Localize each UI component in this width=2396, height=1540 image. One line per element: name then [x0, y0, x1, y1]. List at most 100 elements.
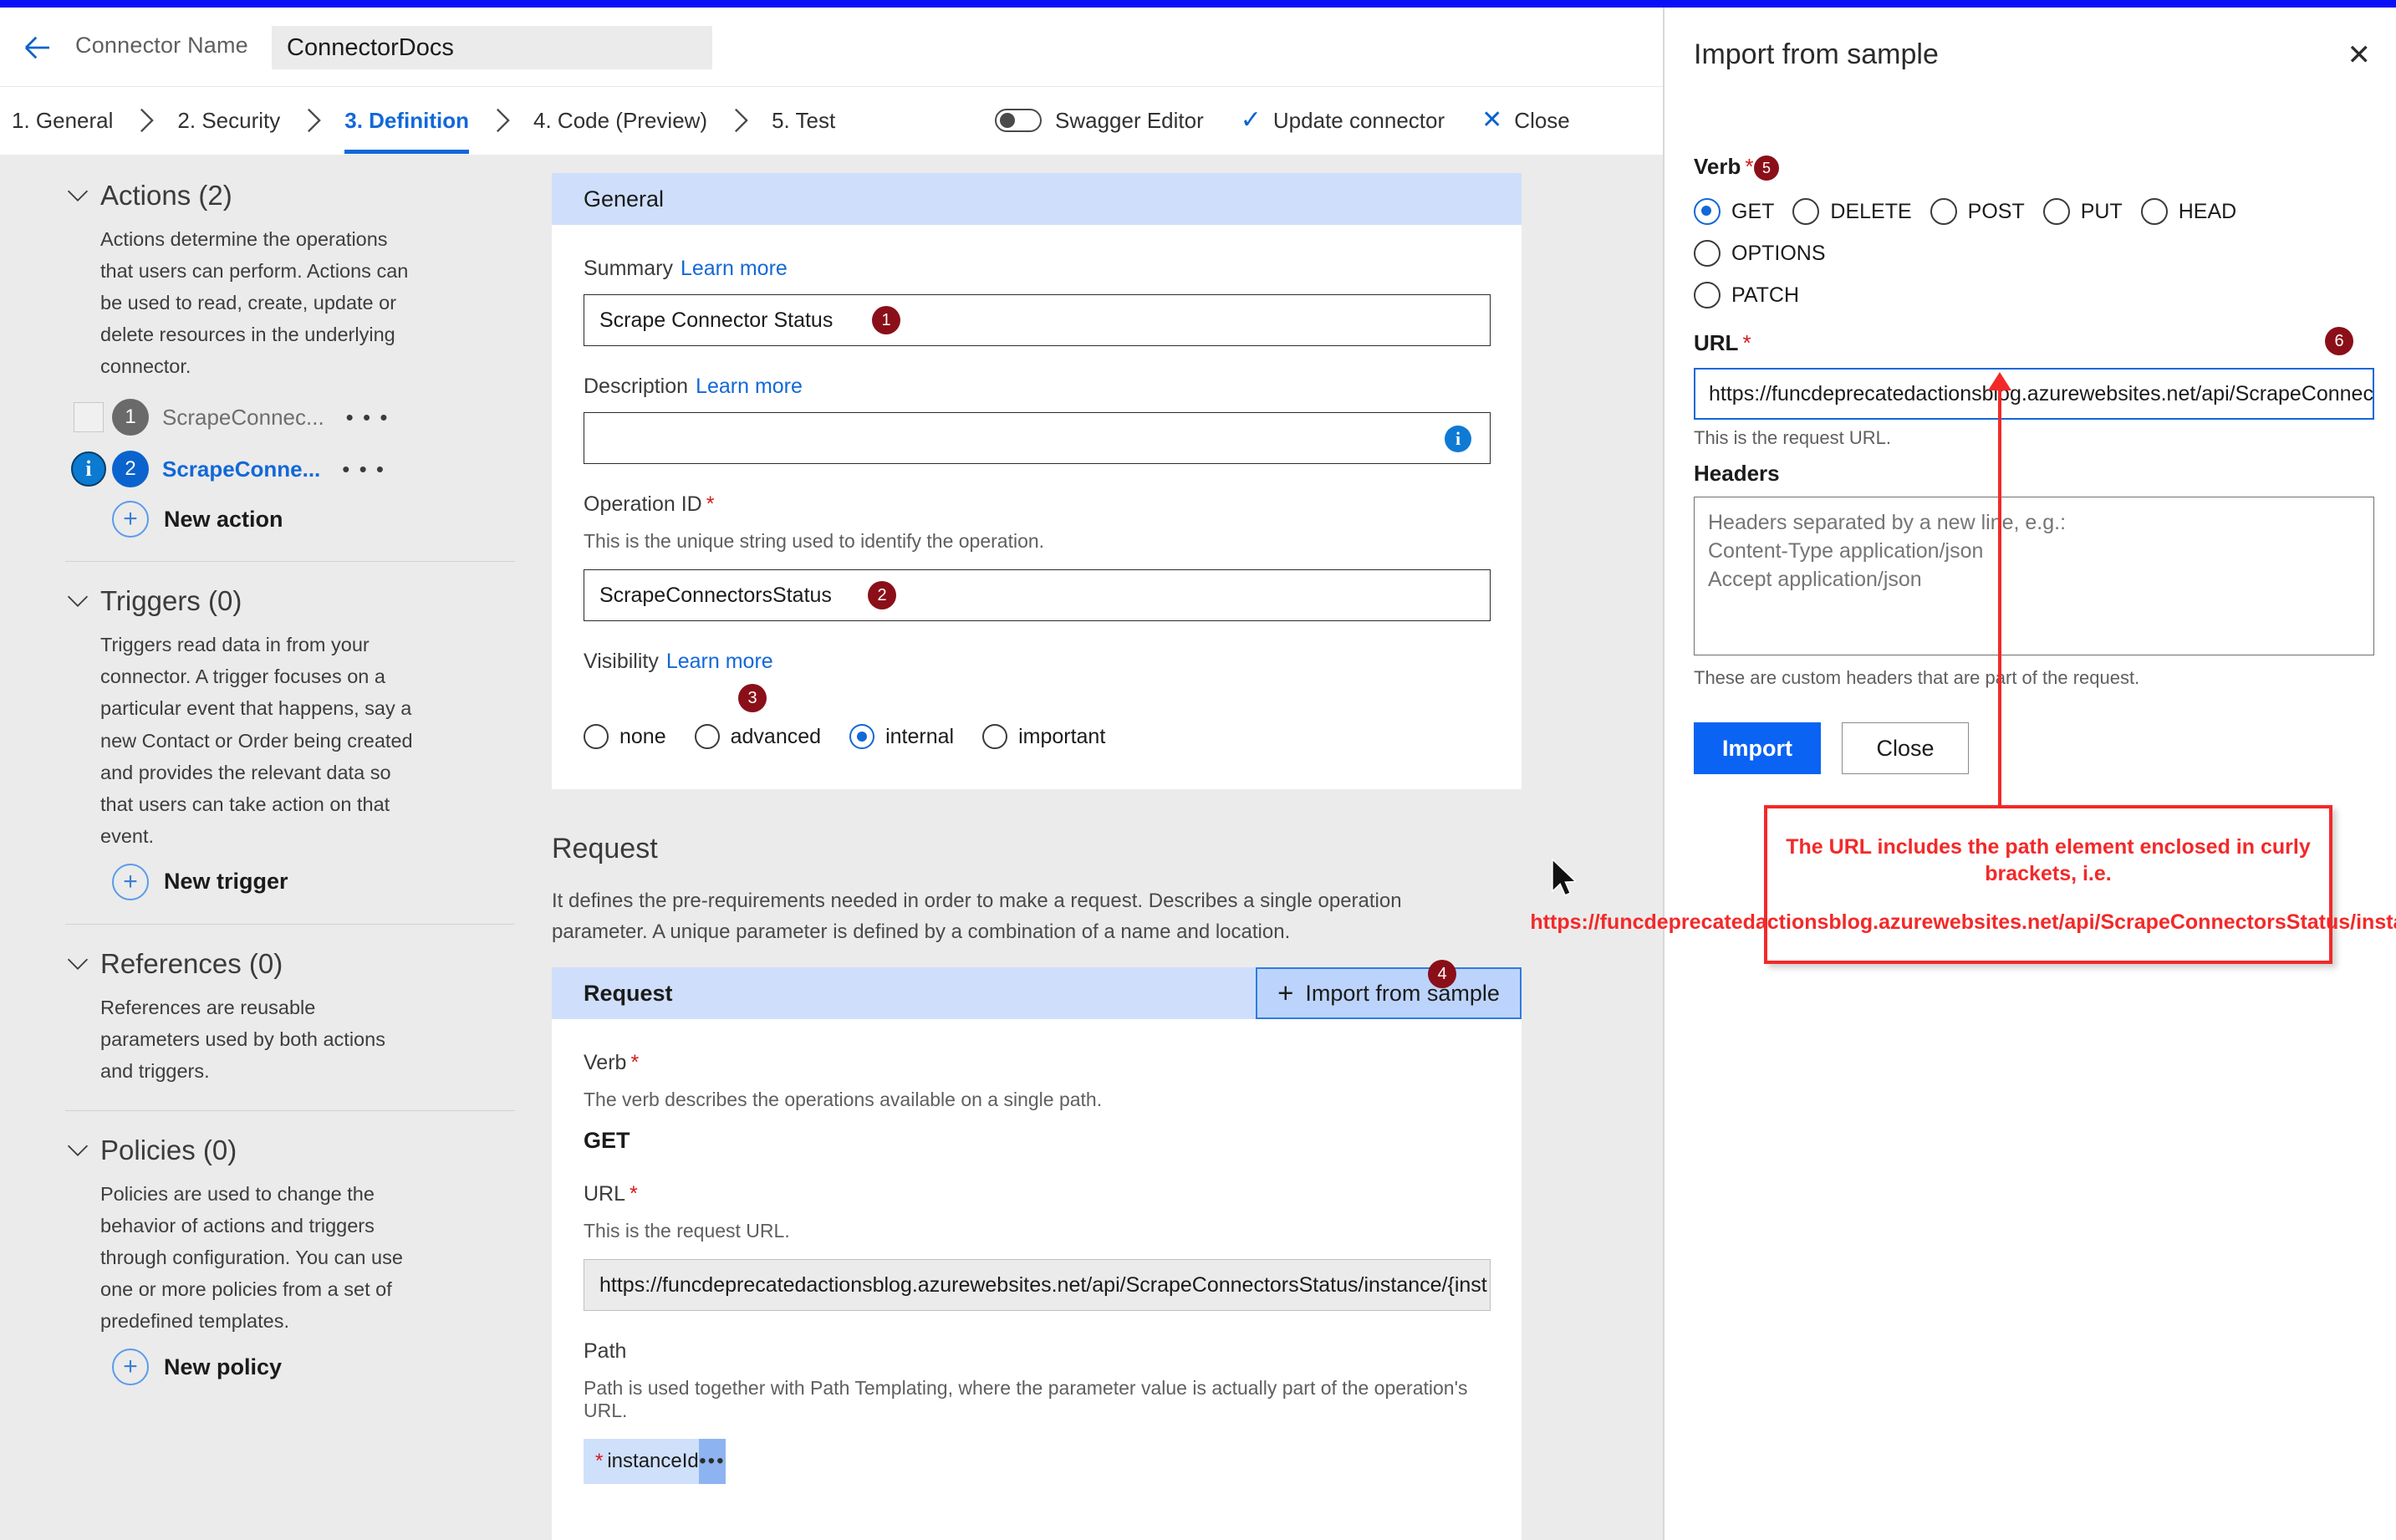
description-input-wrap: i [584, 412, 1491, 464]
import-headers-textarea[interactable] [1694, 497, 2374, 655]
verb-help: The verb describes the operations availa… [584, 1089, 1103, 1111]
import-headers-group: Headers These are custom headers that ar… [1694, 461, 2374, 689]
description-learn-more-link[interactable]: Learn more [696, 375, 803, 399]
action-name-selected: ScrapeConne... [162, 456, 321, 482]
empty-square-icon [74, 402, 104, 433]
path-parameter-menu-icon[interactable]: ••• [698, 1439, 726, 1485]
verb-label-row: Verb * [584, 1051, 1490, 1075]
import-from-sample-button[interactable]: + Import from sample [1256, 967, 1522, 1020]
operation-id-input[interactable] [584, 569, 1491, 621]
visibility-option-advanced[interactable]: advanced [694, 724, 821, 749]
import-headers-label: Headers [1694, 461, 1780, 486]
close-label: Close [1514, 107, 1570, 133]
request-card: Request + Import from sample Verb * The … [552, 967, 1522, 1540]
annotation-callout-line1: The URL includes the path element enclos… [1786, 835, 2311, 885]
import-verb-option-get[interactable]: GET [1694, 198, 1774, 225]
new-action-button[interactable]: + New action [112, 501, 515, 538]
import-panel-buttons: Import Close [1694, 722, 2374, 774]
divider [65, 923, 515, 925]
sidebar-section-actions-desc: Actions determine the operations that us… [100, 228, 409, 378]
visibility-option-none[interactable]: none [584, 724, 666, 749]
sidebar-section-references-title: References (0) [100, 947, 283, 979]
sidebar-section-policies-header[interactable]: Policies (0) [65, 1135, 515, 1166]
import-verb-option-delete[interactable]: DELETE [1792, 198, 1912, 225]
summary-input[interactable] [584, 294, 1491, 346]
import-headers-input-wrap [1694, 497, 2374, 660]
request-card-header: Request + Import from sample [552, 967, 1522, 1020]
close-icon[interactable]: ✕ [2348, 41, 2372, 69]
list-item[interactable]: i 2 ScrapeConne... • • • [65, 446, 515, 492]
visibility-learn-more-link[interactable]: Learn more [666, 650, 773, 674]
breadcrumb-step-definition[interactable]: 3. Definition [344, 87, 469, 154]
sidebar-section-references-header[interactable]: References (0) [65, 948, 515, 980]
swagger-editor-toggle[interactable] [995, 109, 1042, 132]
import-verb-label: Verb * [1694, 154, 1754, 180]
import-from-sample-label: Import from sample [1305, 980, 1500, 1006]
radio-circle-icon [1792, 198, 1820, 225]
breadcrumb-step-security[interactable]: 2. Security [177, 87, 280, 154]
update-connector-button[interactable]: ✓ Update connector [1241, 108, 1445, 134]
description-field: Description Learn more i [584, 375, 1491, 464]
import-button[interactable]: Import [1694, 722, 1821, 774]
import-verb-option-head[interactable]: HEAD [2140, 198, 2236, 225]
action-name: ScrapeConnec... [162, 404, 324, 430]
visibility-option-internal-label: internal [885, 724, 955, 748]
radio-circle-selected-icon [1694, 198, 1721, 225]
import-panel-close-button[interactable]: Close [1842, 722, 1969, 774]
import-verb-option-options[interactable]: OPTIONS [1694, 240, 1826, 267]
sidebar-section-references: References (0) References are reusable p… [0, 948, 548, 1087]
chevron-right-icon [734, 87, 748, 154]
definition-sidebar: Actions (2) Actions determine the operat… [0, 155, 548, 1540]
annotation-badge-2: 2 [868, 581, 896, 609]
list-item[interactable]: 1 ScrapeConnec... • • • [65, 394, 515, 441]
import-url-label: URL * [1694, 330, 1751, 356]
new-trigger-button[interactable]: + New trigger [112, 863, 515, 900]
description-input[interactable] [584, 412, 1491, 464]
import-verb-option-post[interactable]: POST [1930, 198, 2025, 225]
check-icon: ✓ [1240, 106, 1262, 134]
sidebar-section-triggers-header[interactable]: Triggers (0) [65, 585, 515, 617]
path-field: Path Path is used together with Path Tem… [584, 1339, 1490, 1485]
import-url-group: URL * 6 This is the request URL. [1694, 327, 2374, 449]
connector-name-input[interactable] [272, 26, 712, 69]
summary-input-wrap: 1 [584, 294, 1491, 346]
close-button[interactable]: ✕ Close [1481, 108, 1570, 134]
swagger-editor-label[interactable]: Swagger Editor [1055, 108, 1204, 134]
sidebar-section-policies: Policies (0) Policies are used to change… [0, 1135, 548, 1386]
action-overflow-menu-icon[interactable]: • • • [342, 456, 385, 482]
general-card-body: Summary Learn more 1 Description [552, 225, 1522, 789]
chevron-right-icon [496, 87, 510, 154]
visibility-option-important[interactable]: important [982, 724, 1105, 749]
path-parameter-chip[interactable]: * instanceId ••• [584, 1439, 726, 1485]
summary-learn-more-link[interactable]: Learn more [681, 257, 788, 281]
action-overflow-menu-icon[interactable]: • • • [346, 405, 390, 431]
sidebar-section-actions-header[interactable]: Actions (2) [65, 180, 515, 212]
breadcrumb-step-code[interactable]: 4. Code (Preview) [533, 87, 707, 154]
plus-icon: + [112, 1349, 149, 1386]
visibility-option-important-label: important [1018, 724, 1106, 748]
annotation-badge-6: 6 [2325, 327, 2353, 355]
annotation-callout-line2: https://funcdeprecatedactionsblog.azurew… [1530, 910, 2396, 934]
required-asterisk: * [1742, 330, 1751, 355]
back-arrow-icon[interactable] [18, 28, 57, 67]
mouse-pointer-icon [1551, 858, 1579, 902]
import-verb-option-put[interactable]: PUT [2042, 198, 2123, 225]
summary-field: Summary Learn more 1 [584, 257, 1491, 346]
general-card-title: General [584, 186, 665, 212]
new-action-label: New action [164, 506, 283, 532]
import-verb-label-text: Verb [1694, 154, 1741, 179]
breadcrumb-step-test[interactable]: 5. Test [772, 87, 835, 154]
import-url-input[interactable] [1694, 368, 2374, 420]
import-verb-option-patch[interactable]: PATCH [1694, 282, 2356, 309]
request-url-input[interactable] [584, 1259, 1491, 1312]
verb-label: Verb [584, 1051, 627, 1075]
import-verb-option-get-label: GET [1731, 199, 1775, 223]
visibility-option-internal[interactable]: internal [849, 724, 954, 749]
required-asterisk: * [630, 1051, 640, 1075]
new-policy-button[interactable]: + New policy [112, 1349, 515, 1386]
chevron-right-icon [307, 87, 322, 154]
info-icon[interactable]: i [1445, 426, 1471, 452]
breadcrumb-step-general[interactable]: 1. General [12, 87, 113, 154]
operation-id-input-wrap: 2 [584, 569, 1491, 621]
connector-name-label: Connector Name [75, 33, 248, 58]
